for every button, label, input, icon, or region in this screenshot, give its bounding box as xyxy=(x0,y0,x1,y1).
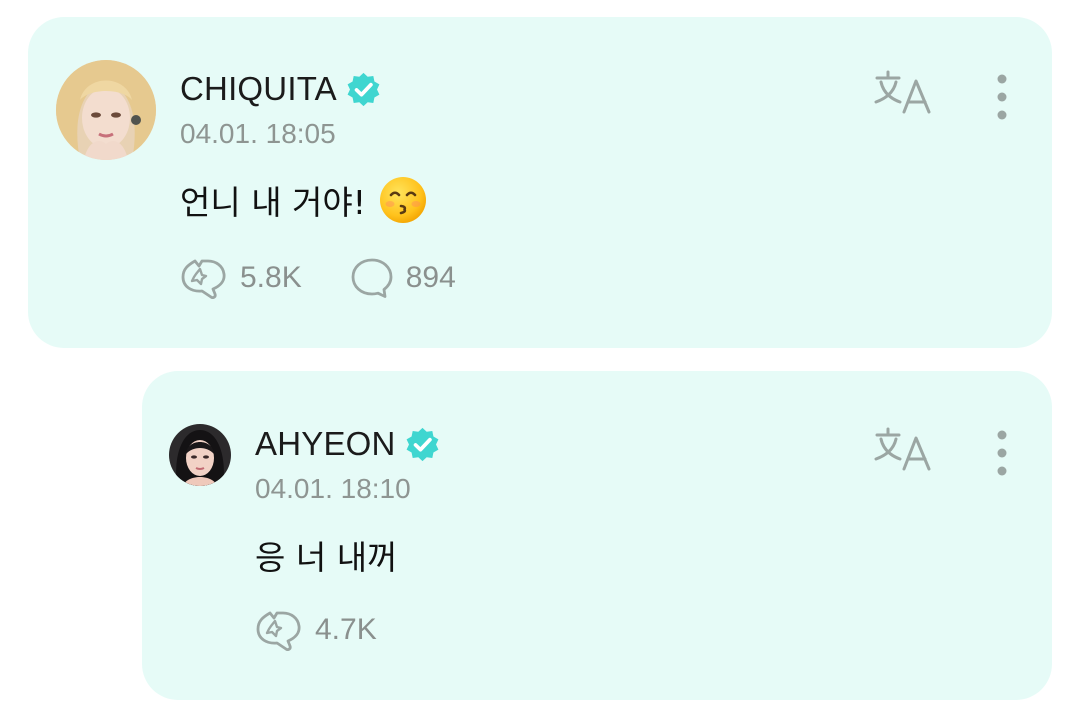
verified-badge-icon xyxy=(347,72,380,106)
comment-stat[interactable]: 894 xyxy=(350,257,456,299)
comment-count: 894 xyxy=(405,261,456,294)
reply-card[interactable]: AHYEON 04.01. 18:10 응 너 내꺼 4.7K xyxy=(142,371,1052,700)
like-icon[interactable] xyxy=(255,609,303,651)
kissing-face-emoji-icon xyxy=(380,177,427,223)
avatar[interactable] xyxy=(169,424,231,486)
like-stat[interactable]: 5.8K xyxy=(180,257,302,299)
like-icon[interactable] xyxy=(180,257,228,299)
like-count: 5.8K xyxy=(240,261,302,294)
post-body: 언니 내 거야! xyxy=(180,175,428,225)
post-card[interactable]: CHIQUITA 04.01. 18:05 언니 내 거야! 5.8K 894 xyxy=(28,17,1052,348)
translate-icon[interactable] xyxy=(874,426,932,472)
author-name[interactable]: CHIQUITA xyxy=(180,70,337,108)
verified-badge-icon xyxy=(406,427,438,461)
author-name[interactable]: AHYEON xyxy=(255,425,396,463)
post-stats: 5.8K 894 xyxy=(180,257,456,299)
post-text: 언니 내 거야! xyxy=(180,183,367,222)
translate-icon[interactable] xyxy=(874,69,932,115)
more-vertical-icon[interactable] xyxy=(992,429,1012,477)
timestamp: 04.01. 18:05 xyxy=(180,118,336,149)
post-stats: 4.7K xyxy=(255,609,377,651)
timestamp: 04.01. 18:10 xyxy=(255,473,411,504)
post-body: 응 너 내꺼 xyxy=(255,531,397,579)
like-count: 4.7K xyxy=(315,613,377,646)
comment-icon[interactable] xyxy=(350,257,394,299)
more-vertical-icon[interactable] xyxy=(992,73,1012,121)
like-stat[interactable]: 4.7K xyxy=(255,609,377,651)
author-row: CHIQUITA xyxy=(180,70,382,108)
avatar[interactable] xyxy=(56,60,156,160)
author-row: AHYEON xyxy=(255,425,441,463)
post-text: 응 너 내꺼 xyxy=(255,538,398,577)
